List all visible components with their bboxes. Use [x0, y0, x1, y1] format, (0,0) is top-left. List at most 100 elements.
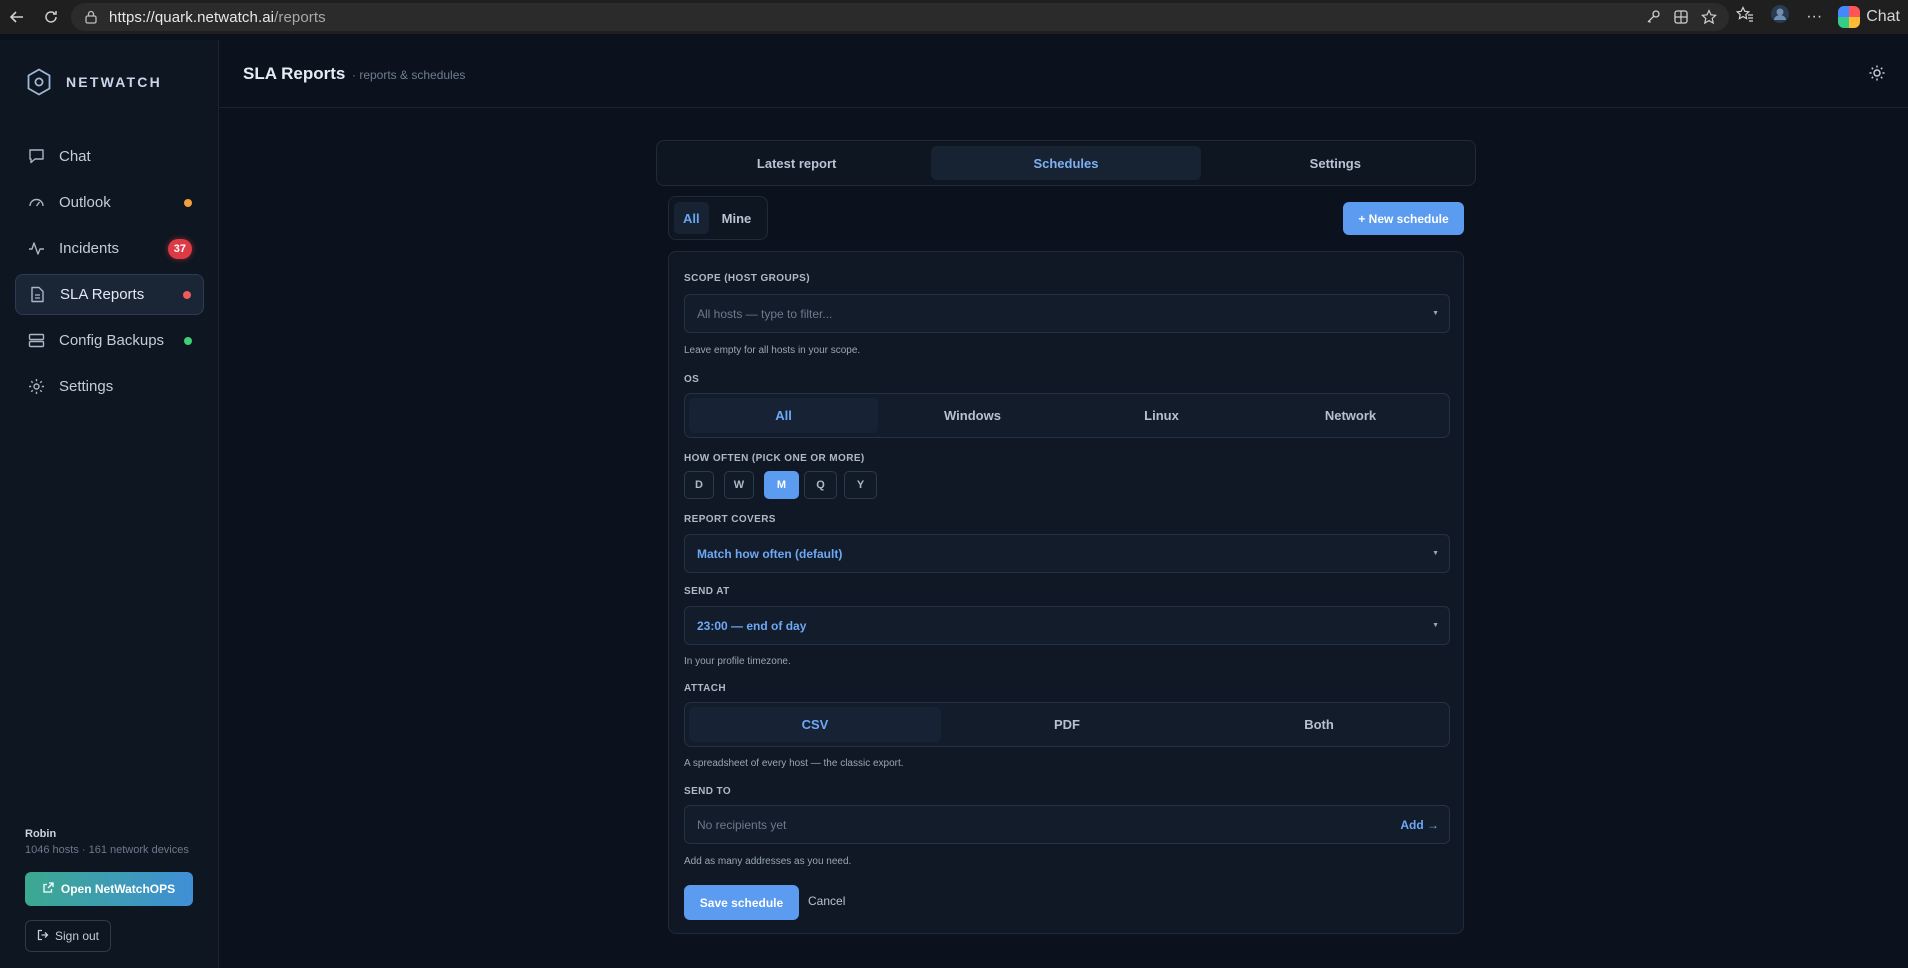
scope-host-groups-select[interactable]: All hosts — type to filter... ▼ — [684, 294, 1450, 333]
save-schedule-button[interactable]: Save schedule — [684, 885, 799, 920]
brand-name: NETWATCH — [66, 74, 162, 90]
browser-toolbar: https://quark.netwatch.ai/reports ··· Ch… — [0, 0, 1908, 34]
send-at-help: In your profile timezone. — [684, 656, 791, 667]
os-option-all[interactable]: All — [689, 398, 878, 433]
attach-option-pdf[interactable]: PDF — [941, 707, 1193, 742]
filter-all[interactable]: All — [674, 202, 709, 234]
sign-out-label: Sign out — [54, 929, 100, 943]
attach-selector: CSV PDF Both — [684, 702, 1450, 747]
page-title: SLA Reports — [243, 64, 346, 83]
cancel-button[interactable]: Cancel — [808, 894, 845, 908]
sign-out-button[interactable]: Sign out — [25, 920, 111, 952]
status-dot — [183, 290, 191, 299]
report-tabs: Latest report Schedules Settings — [656, 140, 1476, 186]
key-icon[interactable] — [1643, 8, 1663, 26]
frequency-weekly[interactable]: W — [724, 471, 754, 499]
apps-icon[interactable] — [1671, 8, 1691, 26]
copilot-icon — [1838, 5, 1861, 28]
scope-label: SCOPE (HOST GROUPS) — [684, 273, 810, 284]
star-icon[interactable] — [1699, 8, 1719, 26]
tab-settings[interactable]: Settings — [1201, 146, 1470, 180]
report-covers-value: Match how often (default) — [697, 546, 843, 561]
send-to-placeholder: No recipients yet — [697, 817, 787, 832]
attach-label: ATTACH — [684, 683, 727, 694]
report-covers-select[interactable]: Match how often (default) ▼ — [684, 534, 1450, 573]
lock-icon — [85, 10, 99, 24]
copilot-button[interactable]: Chat — [1838, 5, 1900, 28]
caret-down-icon: ▼ — [1432, 550, 1439, 557]
send-to-help: Add as many addresses as you need. — [684, 856, 852, 867]
theme-toggle-sun-icon[interactable] — [1868, 64, 1886, 82]
sidebar-item-label: SLA Reports — [60, 286, 145, 303]
sidebar-item-config-backups[interactable]: Config Backups — [15, 320, 204, 361]
add-recipient-button[interactable]: Add → — [1400, 818, 1439, 832]
filter-mine[interactable]: Mine — [713, 202, 761, 234]
frequency-yearly[interactable]: Y — [844, 471, 877, 499]
os-option-windows[interactable]: Windows — [878, 398, 1067, 433]
send-to-label: SEND TO — [684, 786, 732, 797]
profile-avatar-icon[interactable] — [1770, 4, 1790, 29]
open-netwatchops-button[interactable]: Open NetWatchOPS — [25, 872, 193, 906]
tab-schedules[interactable]: Schedules — [931, 146, 1201, 180]
attach-option-both[interactable]: Both — [1193, 707, 1445, 742]
os-option-network[interactable]: Network — [1256, 398, 1445, 433]
page-subtitle: · reports & schedules — [352, 68, 466, 82]
sidebar-item-outlook[interactable]: Outlook — [15, 182, 204, 223]
new-schedule-button[interactable]: + New schedule — [1343, 202, 1464, 235]
os-label: OS — [684, 374, 700, 385]
frequency-quarterly[interactable]: Q — [804, 471, 837, 499]
schedule-form: SCOPE (HOST GROUPS) All hosts — type to … — [668, 251, 1464, 934]
report-covers-label: REPORT COVERS — [684, 514, 776, 525]
external-link-icon — [43, 882, 54, 896]
more-icon[interactable]: ··· — [1806, 8, 1822, 26]
send-at-select[interactable]: 23:00 — end of day ▼ — [684, 606, 1450, 645]
open-ops-label: Open NetWatchOPS — [60, 882, 176, 896]
os-option-linux[interactable]: Linux — [1067, 398, 1256, 433]
chat-icon — [27, 148, 45, 166]
user-name: Robin — [25, 828, 57, 840]
scope-help: Leave empty for all hosts in your scope. — [684, 345, 861, 356]
schedule-filter: All Mine — [668, 196, 768, 240]
frequency-daily[interactable]: D — [684, 471, 714, 499]
document-icon — [28, 286, 46, 304]
sidebar-item-label: Incidents — [59, 240, 120, 257]
status-dot — [184, 336, 192, 345]
attach-help: A spreadsheet of every host — the classi… — [684, 758, 904, 769]
os-selector: All Windows Linux Network — [684, 393, 1450, 438]
reload-icon[interactable] — [38, 4, 64, 30]
send-at-value: 23:00 — end of day — [697, 618, 807, 633]
tab-latest-report[interactable]: Latest report — [662, 146, 931, 180]
gear-icon — [27, 378, 45, 396]
sidebar: NETWATCH Chat Outlook Incidents 37 SLA R… — [0, 40, 219, 968]
favorites-icon[interactable] — [1736, 6, 1754, 27]
netwatch-logo-icon — [26, 68, 52, 96]
sidebar-item-label: Outlook — [59, 194, 111, 211]
sidebar-item-incidents[interactable]: Incidents 37 — [15, 228, 204, 269]
url-path: /reports — [274, 8, 326, 26]
brand[interactable]: NETWATCH — [26, 68, 162, 96]
status-dot — [184, 198, 192, 207]
sign-out-icon — [37, 929, 49, 944]
page-header: SLA Reports · reports & schedules — [219, 40, 1908, 108]
attach-option-csv[interactable]: CSV — [689, 707, 941, 742]
sidebar-item-sla-reports[interactable]: SLA Reports — [15, 274, 204, 315]
sidebar-item-settings[interactable]: Settings — [15, 366, 204, 407]
sidebar-item-label: Config Backups — [59, 332, 165, 349]
scope-placeholder: All hosts — type to filter... — [697, 306, 833, 321]
pulse-icon — [27, 240, 45, 258]
url-text: https://quark.netwatch.ai/reports — [109, 9, 326, 26]
gauge-icon — [27, 194, 45, 212]
copilot-label: Chat — [1866, 7, 1900, 25]
user-meta: 1046 hosts · 161 network devices — [25, 844, 189, 856]
send-at-label: SEND AT — [684, 586, 730, 597]
back-icon[interactable] — [4, 4, 30, 30]
sidebar-item-label: Settings — [59, 378, 114, 395]
frequency-monthly[interactable]: M — [764, 471, 799, 499]
caret-down-icon: ▼ — [1432, 622, 1439, 629]
url-host: https://quark.netwatch.ai — [109, 8, 275, 26]
server-icon — [27, 332, 45, 350]
send-to-field[interactable]: No recipients yet Add → — [684, 805, 1450, 844]
sidebar-item-label: Chat — [59, 148, 91, 165]
sidebar-item-chat[interactable]: Chat — [15, 136, 204, 177]
address-bar[interactable]: https://quark.netwatch.ai/reports — [71, 3, 1729, 31]
